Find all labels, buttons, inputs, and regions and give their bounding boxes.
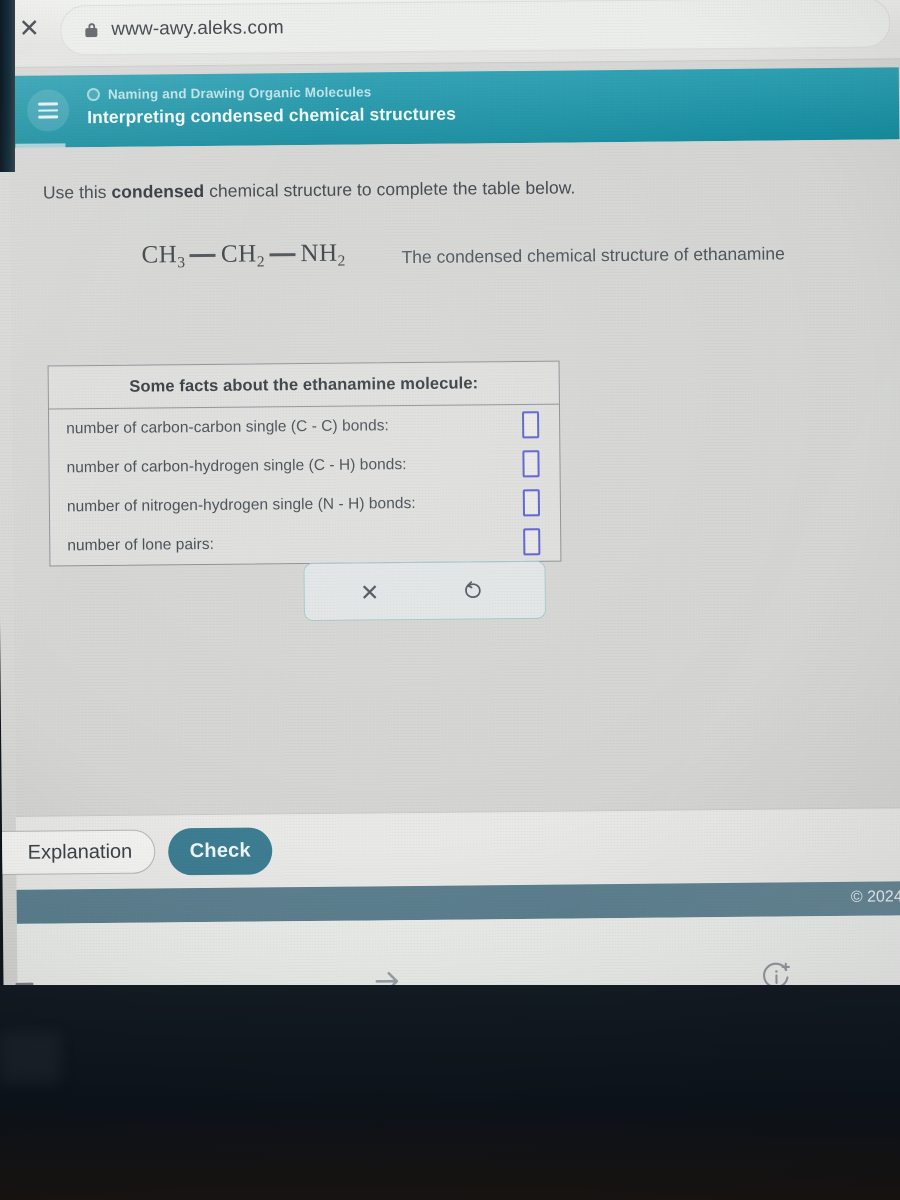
copyright-text: © 2024 (850, 888, 900, 906)
answer-input-cc-bonds[interactable] (522, 410, 540, 438)
answer-input-ch-bonds[interactable] (522, 449, 540, 477)
condensed-structure: CH3 CH2 NH2 (141, 240, 345, 273)
exercise-content: Use this condensed chemical structure to… (0, 139, 900, 1008)
close-x-icon: ✕ (359, 578, 380, 606)
app-header: Naming and Drawing Organic Molecules Int… (8, 67, 900, 148)
explanation-button[interactable]: Explanation (0, 829, 156, 876)
group-1: CH3 (141, 241, 186, 272)
undo-arrow-icon (465, 581, 481, 598)
address-bar[interactable]: www-awy.aleks.com (60, 0, 891, 56)
tool-palette: ✕ (303, 560, 547, 622)
check-button[interactable]: Check (167, 827, 273, 876)
topic-breadcrumb: Naming and Drawing Organic Molecules (86, 84, 372, 102)
prompt-text-after: chemical structure to complete the table… (204, 177, 576, 201)
fact-label: number of lone pairs: (67, 535, 215, 554)
tablet-screen: ✕ www-awy.aleks.com Naming and Drawing O… (0, 0, 900, 1008)
url-text: www-awy.aleks.com (111, 17, 284, 40)
structure-caption: The condensed chemical structure of etha… (401, 243, 785, 268)
bond-line-2 (269, 252, 296, 256)
progress-circle-icon (86, 87, 101, 102)
page-title: Interpreting condensed chemical structur… (87, 103, 457, 128)
table-row: number of lone pairs: (50, 522, 560, 566)
table-row: number of nitrogen-hydrogen single (N - … (50, 483, 560, 527)
question-prompt: Use this condensed chemical structure to… (43, 177, 576, 203)
lock-icon (85, 23, 98, 38)
device-photo: ✕ www-awy.aleks.com Naming and Drawing O… (0, 0, 900, 1200)
facts-table: Some facts about the ethanamine molecule… (47, 360, 562, 567)
device-bezel-bottom (0, 985, 900, 1200)
bezel-reflection (0, 1033, 60, 1083)
clear-button[interactable]: ✕ (348, 563, 391, 621)
group-3: NH2 (300, 239, 346, 270)
browser-toolbar: ✕ www-awy.aleks.com (0, 0, 900, 68)
group-2: CH2 (220, 240, 265, 271)
table-row: number of carbon-carbon single (C - C) b… (49, 405, 559, 449)
hamburger-menu-icon[interactable] (26, 89, 70, 132)
facts-table-header: Some facts about the ethanamine molecule… (48, 361, 559, 410)
topic-label: Naming and Drawing Organic Molecules (107, 84, 372, 102)
table-row: number of carbon-hydrogen single (C - H)… (49, 444, 559, 488)
close-tab-button[interactable]: ✕ (16, 15, 42, 43)
undo-button[interactable] (452, 562, 495, 620)
action-bar: Explanation Check (0, 807, 900, 890)
device-bezel-left (0, 0, 15, 172)
fact-label: number of carbon-carbon single (C - C) b… (66, 416, 389, 437)
answer-input-nh-bonds[interactable] (522, 488, 541, 516)
fact-label: number of nitrogen-hydrogen single (N - … (66, 494, 416, 515)
prompt-text-before: Use this (42, 181, 112, 203)
fact-label: number of carbon-hydrogen single (C - H)… (66, 455, 407, 476)
prompt-text-bold: condensed (111, 180, 205, 202)
answer-input-lone-pairs[interactable] (523, 527, 541, 555)
bond-line-1 (189, 253, 216, 257)
